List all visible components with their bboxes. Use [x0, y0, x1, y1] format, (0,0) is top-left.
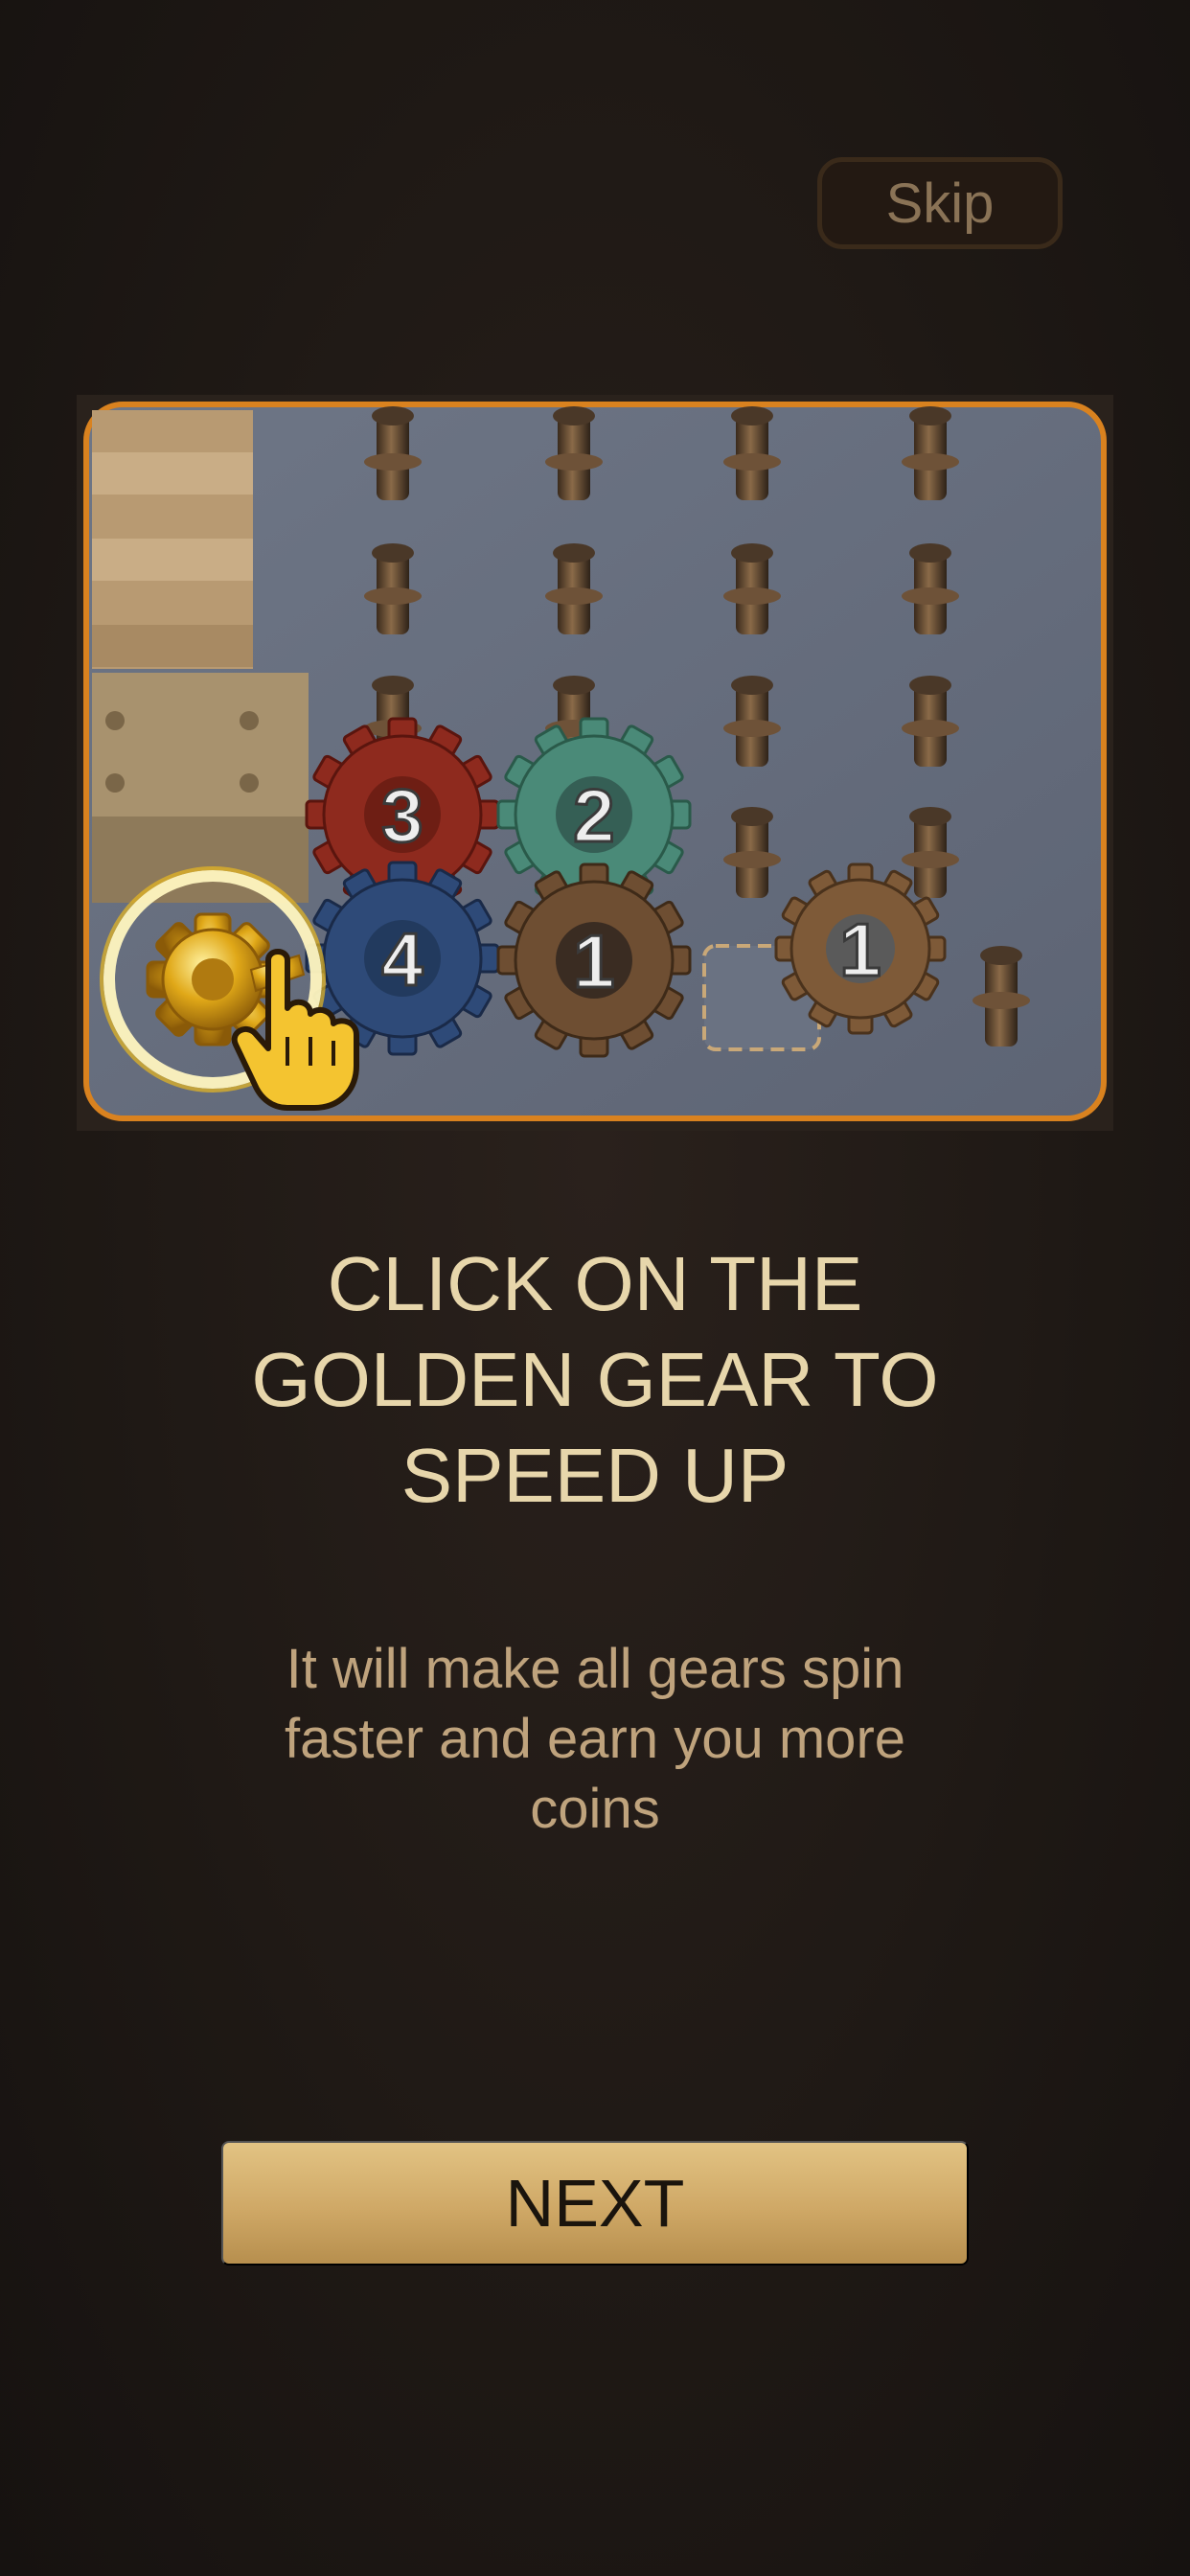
gear-number-2: 2	[573, 773, 614, 858]
tutorial-headline: CLICK ON THE GOLDEN GEAR TO SPEED UP	[251, 1241, 939, 1518]
skip-button[interactable]: Skip	[817, 157, 1063, 249]
gear-number-1: 1	[573, 919, 614, 1003]
next-button[interactable]: NEXT	[221, 2141, 969, 2266]
gear-number-3: 3	[381, 773, 423, 858]
gear-number-4: 4	[381, 917, 423, 1001]
gear-number-1-right: 1	[839, 908, 881, 992]
tutorial-description: It will make all gears spin faster and e…	[284, 1638, 906, 1840]
tutorial-preview: 3 2 4 1 1	[77, 395, 1113, 1131]
